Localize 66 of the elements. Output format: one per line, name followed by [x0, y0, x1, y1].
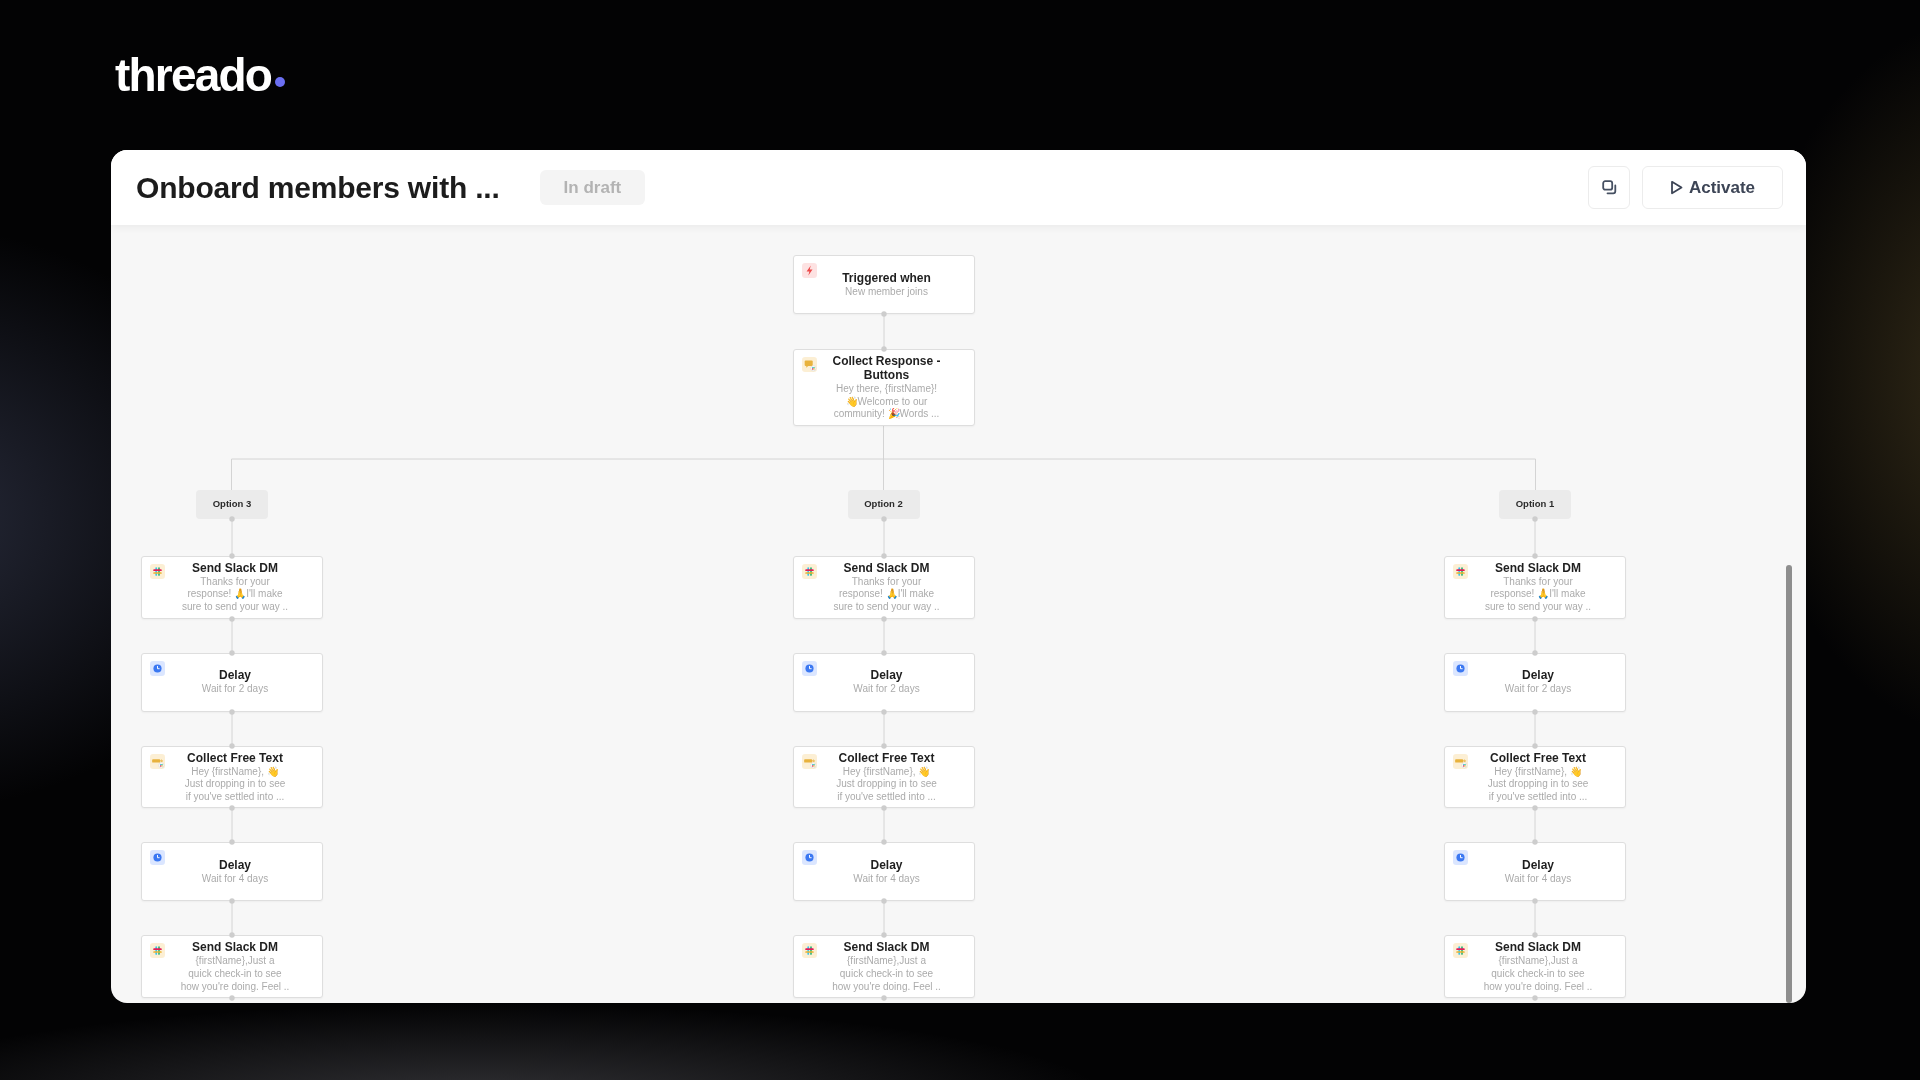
- text-input-icon: [801, 753, 817, 769]
- node-title: Collect Free Text: [187, 750, 283, 765]
- node-description: Wait for 4 days: [1504, 873, 1572, 886]
- node-title: Delay: [1522, 858, 1554, 873]
- hash-icon: [150, 943, 165, 959]
- node-title: Delay: [870, 668, 903, 683]
- hash-icon: [150, 563, 165, 579]
- node-description: Wait for 2 days: [853, 683, 920, 696]
- logo-wordmark: threado: [115, 49, 272, 101]
- activate-button[interactable]: Activate: [1642, 166, 1783, 209]
- hash-icon: [1453, 563, 1468, 579]
- clock-icon: [1453, 850, 1468, 866]
- node-title: Collect Free Text: [1490, 750, 1586, 765]
- clock-icon: [150, 660, 165, 676]
- node-description: {firstName},Just a quick check-in to see how you're doing. Feel ..: [832, 955, 941, 994]
- connector-dot-icon: [880, 995, 887, 1002]
- clock-icon: [801, 850, 817, 866]
- connector-dot-icon: [229, 995, 235, 1002]
- hash-icon: [801, 563, 817, 579]
- node-title: Send Slack DM: [192, 560, 278, 575]
- text-input-icon: [150, 753, 165, 769]
- node-description: Wait for 2 days: [1504, 683, 1572, 696]
- node-title: Delay: [870, 858, 903, 873]
- node-title: Delay: [219, 668, 251, 683]
- clock-icon: [1453, 660, 1468, 676]
- node-title: Send Slack DM: [1495, 560, 1581, 575]
- node-title: Send Slack DM: [192, 940, 278, 955]
- connector-dot-icon: [1532, 995, 1538, 1002]
- node-title: Collect Free Text: [838, 750, 935, 765]
- node-description: Hey {firstName}, 👋 Just dropping in to see if you've settled into ...: [1487, 765, 1589, 804]
- node-description: New member joins: [845, 285, 928, 299]
- node-title: Delay: [219, 858, 251, 873]
- node-title: Collect Response - Buttons: [831, 354, 942, 382]
- copy-icon: [1601, 180, 1617, 195]
- node-description: Hey {firstName}, 👋 Just dropping in to see if you've settled into ...: [184, 765, 286, 804]
- node-title: Delay: [1522, 668, 1554, 683]
- node-description: Thanks for your response! 🙏I'll make sure to send your way ..: [181, 575, 289, 614]
- copy-button[interactable]: [1588, 166, 1630, 209]
- node-description: Hey there, {firstName}! 👋Welcome to our community! 🎉Words ...: [833, 383, 940, 421]
- node-description: Wait for 4 days: [853, 873, 920, 886]
- node-description: Hey {firstName}, 👋 Just dropping in to see if you've settled into ...: [836, 765, 937, 804]
- clock-icon: [801, 660, 817, 676]
- chat-bubble-icon: [801, 357, 817, 372]
- clock-icon: [150, 850, 165, 866]
- logo-dot-icon: [275, 77, 286, 87]
- node-title: Send Slack DM: [1495, 940, 1581, 955]
- node-description: Wait for 4 days: [201, 873, 269, 886]
- lightning-icon: [801, 263, 817, 278]
- node-description: {firstName},Just a quick check-in to see how you're doing. Feel ..: [180, 955, 290, 994]
- text-input-icon: [1453, 753, 1468, 769]
- branch-label: Option 2: [847, 489, 920, 519]
- node-description: Thanks for your response! 🙏I'll make sure to send your way ..: [833, 575, 940, 614]
- node-description: Wait for 2 days: [201, 683, 269, 696]
- scrollbar[interactable]: [1786, 565, 1792, 1003]
- workflow-title: Onboard members with ...: [136, 169, 500, 206]
- node-title: Send Slack DM: [843, 560, 930, 575]
- branch-label: Option 3: [196, 489, 268, 519]
- node-title: Send Slack DM: [843, 940, 930, 955]
- hash-icon: [801, 943, 817, 959]
- node-title: Triggered when: [842, 270, 931, 285]
- node-description: Thanks for your response! 🙏I'll make sure to send your way ..: [1484, 575, 1592, 614]
- status-badge: In draft: [539, 170, 646, 205]
- branch-label: Option 1: [1499, 489, 1571, 519]
- play-icon: [1669, 180, 1683, 195]
- node-description: {firstName},Just a quick check-in to see how you're doing. Feel ..: [1483, 955, 1593, 994]
- hash-icon: [1453, 943, 1468, 959]
